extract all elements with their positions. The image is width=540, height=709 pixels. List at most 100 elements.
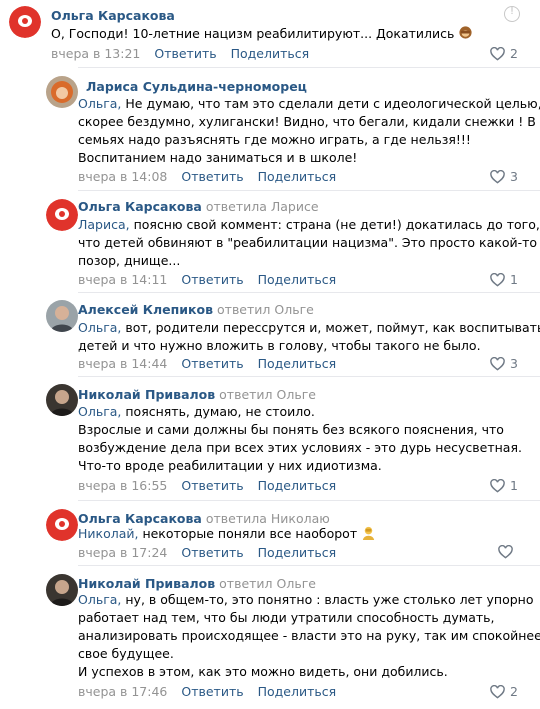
divider xyxy=(78,67,540,68)
avatar[interactable] xyxy=(46,574,78,606)
woman-photo-icon xyxy=(46,76,78,108)
divider xyxy=(78,292,540,293)
timestamp[interactable]: вчера в 13:21 xyxy=(51,46,140,61)
like-button[interactable]: 1 xyxy=(490,272,518,287)
timestamp[interactable]: вчера в 14:11 xyxy=(78,272,167,287)
comment-line: Ольга, вот, родители перессрутся и, може… xyxy=(78,320,540,335)
addressee-link[interactable]: Ольга, xyxy=(78,592,121,607)
divider xyxy=(78,190,540,191)
share-button[interactable]: Поделиться xyxy=(258,356,337,371)
red-circle-logo-icon xyxy=(46,509,78,541)
comment-line: позор, днище... xyxy=(78,253,181,268)
share-button[interactable]: Поделиться xyxy=(258,478,337,493)
author-name[interactable]: Алексей Клепиков xyxy=(78,302,213,317)
comment-line: некоторые поняли все наоборот xyxy=(138,526,358,541)
comment-meta: вчера в 13:21 Ответить Поделиться xyxy=(51,46,319,61)
reply-button[interactable]: Ответить xyxy=(181,356,243,371)
share-button[interactable]: Поделиться xyxy=(258,684,337,699)
red-circle-logo-icon xyxy=(9,6,41,38)
like-count: 2 xyxy=(510,684,518,699)
comment-text: О, Господи! 10-летние нацизм реабилитиру… xyxy=(51,25,473,45)
heart-outline-icon xyxy=(498,545,513,559)
avatar[interactable] xyxy=(46,199,78,231)
author-line: Алексей Клепиков ответил Ольге xyxy=(78,302,314,317)
heart-outline-icon xyxy=(490,272,505,287)
reply-to[interactable]: ответил Ольге xyxy=(219,387,316,402)
author-name[interactable]: Николай Привалов xyxy=(78,387,215,402)
author-name[interactable]: Ольга Карсакова xyxy=(51,8,175,23)
like-button[interactable]: 2 xyxy=(490,684,518,699)
comment-text: Ольга, ну, в общем-то, это понятно : вла… xyxy=(78,591,540,681)
comment-text: Ольга, Не думаю, что там это сделали дет… xyxy=(78,95,540,167)
man-dark-photo-icon xyxy=(46,384,78,416)
like-button[interactable]: 2 xyxy=(490,46,518,61)
reply-button[interactable]: Ответить xyxy=(181,545,243,560)
report-icon[interactable] xyxy=(504,6,520,22)
like-count: 3 xyxy=(510,356,518,371)
like-button[interactable]: 3 xyxy=(490,169,518,184)
comment-meta: вчера в 17:46 Ответить Поделиться xyxy=(78,684,346,699)
author-name[interactable]: Николай Привалов xyxy=(78,576,215,591)
comment-meta: вчера в 14:11 Ответить Поделиться xyxy=(78,272,346,287)
avatar[interactable] xyxy=(46,300,78,332)
comment-line: детей и что нужно вложить в голову, чтоб… xyxy=(78,338,481,353)
share-button[interactable]: Поделиться xyxy=(258,272,337,287)
reply-button[interactable]: Ответить xyxy=(181,169,243,184)
reply-to[interactable]: ответил Ольге xyxy=(219,576,316,591)
avatar[interactable] xyxy=(46,76,78,108)
addressee-link[interactable]: Ольга, xyxy=(78,96,121,111)
like-count: 3 xyxy=(510,169,518,184)
reply-button[interactable]: Ответить xyxy=(181,478,243,493)
avatar[interactable] xyxy=(9,6,41,38)
author-line: Николай Привалов ответил Ольге xyxy=(78,387,316,402)
heart-outline-icon xyxy=(490,46,505,61)
addressee-link[interactable]: Николай, xyxy=(78,526,138,541)
like-button[interactable]: 3 xyxy=(490,356,518,371)
author-line: Николай Привалов ответил Ольге xyxy=(78,576,316,591)
avatar[interactable] xyxy=(46,384,78,416)
divider xyxy=(78,376,540,377)
timestamp[interactable]: вчера в 17:46 xyxy=(78,684,167,699)
timestamp[interactable]: вчера в 14:08 xyxy=(78,169,167,184)
like-button[interactable]: 1 xyxy=(490,478,518,493)
like-count: 1 xyxy=(510,478,518,493)
timestamp[interactable]: вчера в 16:55 xyxy=(78,478,167,493)
comment-line: Ольга, Не думаю, что там это сделали дет… xyxy=(78,96,540,111)
reply-to[interactable]: ответила Николаю xyxy=(206,511,330,526)
man-dark-photo-icon xyxy=(46,574,78,606)
man-photo-icon xyxy=(46,300,78,332)
timestamp[interactable]: вчера в 17:24 xyxy=(78,545,167,560)
addressee-link[interactable]: Ольга, xyxy=(78,404,121,419)
comment-line: О, Господи! 10-летние нацизм реабилитиру… xyxy=(51,26,455,41)
comment-line: анализировать происходящее - власти это … xyxy=(78,628,540,643)
addressee-link[interactable]: Ольга, xyxy=(78,320,121,335)
comment-text: Ольга, вот, родители перессрутся и, може… xyxy=(78,319,540,355)
share-button[interactable]: Поделиться xyxy=(231,46,310,61)
like-button[interactable] xyxy=(498,545,518,559)
author-name[interactable]: Лариса Сульдина-черноморец xyxy=(86,79,307,94)
comment-line: скорее бездумно, хулигански! Видно, что … xyxy=(78,114,536,129)
timestamp[interactable]: вчера в 14:44 xyxy=(78,356,167,371)
share-button[interactable]: Поделиться xyxy=(258,169,337,184)
like-count: 1 xyxy=(510,272,518,287)
author-line: Ольга Карсакова ответила Ларисе xyxy=(78,199,319,214)
addressee-link[interactable]: Лариса, xyxy=(78,217,130,232)
red-circle-logo-icon xyxy=(46,199,78,231)
comment-meta: вчера в 14:44 Ответить Поделиться xyxy=(78,356,346,371)
comment-meta: вчера в 14:08 Ответить Поделиться xyxy=(78,169,346,184)
comment-line: Ольга, ну, в общем-то, это понятно : вла… xyxy=(78,592,534,607)
reply-button[interactable]: Ответить xyxy=(181,684,243,699)
reply-button[interactable]: Ответить xyxy=(181,272,243,287)
share-button[interactable]: Поделиться xyxy=(258,545,337,560)
author-name[interactable]: Ольга Карсакова xyxy=(78,511,202,526)
comment-line: возбуждение дела при всех этих условиях … xyxy=(78,440,522,455)
comment-meta: вчера в 16:55 Ответить Поделиться xyxy=(78,478,346,493)
comment-line: И успехов в этом, как это можно видеть, … xyxy=(78,664,448,679)
reply-to[interactable]: ответила Ларисе xyxy=(206,199,319,214)
avatar[interactable] xyxy=(46,509,78,541)
reply-button[interactable]: Ответить xyxy=(154,46,216,61)
reply-to[interactable]: ответил Ольге xyxy=(217,302,314,317)
comment-text: Ольга, пояснять, думаю, не стоило. Взрос… xyxy=(78,403,522,475)
comment-text: Лариса, поясню свой коммент: страна (не … xyxy=(78,216,540,270)
author-name[interactable]: Ольга Карсакова xyxy=(78,199,202,214)
